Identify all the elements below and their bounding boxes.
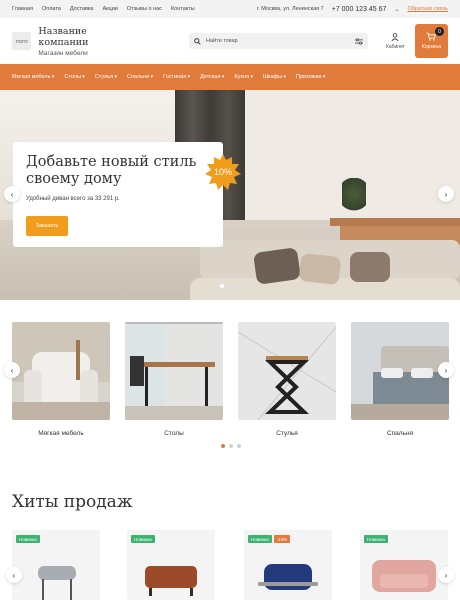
hero-image-pillow xyxy=(252,247,302,285)
cart-button[interactable]: 0 Корзина xyxy=(414,24,448,58)
hero-title: Добавьте новый стиль своему дому xyxy=(26,154,197,187)
category-pagination xyxy=(221,444,241,448)
top-nav-reviews[interactable]: Отзывы о нас xyxy=(127,6,162,12)
category-label: Спальня xyxy=(386,430,414,437)
catnav-tables[interactable]: Столы xyxy=(64,74,84,80)
cabinet-button[interactable]: Кабинет xyxy=(385,32,405,50)
hits-title: Хиты продаж xyxy=(12,492,133,512)
product-tags: Новинка xyxy=(131,535,155,543)
top-bar: Главная Оплата Доставка Акции Отзывы о н… xyxy=(0,0,460,18)
hero-next-button[interactable]: › xyxy=(438,186,454,202)
search-input[interactable]: Найти товар xyxy=(188,33,368,49)
hero-promo-card: Добавьте новый стиль своему дому Удобный… xyxy=(13,142,223,247)
hero-image-pillow xyxy=(350,252,390,282)
category-card-tables[interactable]: Столы xyxy=(125,322,223,437)
hits-carousel: Новинка Новинка Новинка -10% Новинка ‹ › xyxy=(0,530,460,600)
category-dot[interactable] xyxy=(229,444,233,448)
category-dot[interactable] xyxy=(237,444,241,448)
category-carousel: Мягкая мебель Столы Стулья Спальня ‹ › xyxy=(0,300,460,450)
category-next-button[interactable]: › xyxy=(438,362,454,378)
company-name: Название компании xyxy=(38,25,89,48)
chevron-left-icon: ‹ xyxy=(12,570,16,580)
hero-prev-button[interactable]: ‹ xyxy=(4,186,20,202)
hero-dot[interactable] xyxy=(228,284,232,288)
category-card-soft-furniture[interactable]: Мягкая мебель xyxy=(12,322,110,437)
hero-description: Удобный диван всего за 33 291 р. xyxy=(26,196,120,202)
hero-dot[interactable] xyxy=(236,284,240,288)
category-card-chairs[interactable]: Стулья xyxy=(238,322,336,437)
user-icon xyxy=(391,32,399,41)
new-badge: Новинка xyxy=(364,535,388,543)
new-badge: Новинка xyxy=(248,535,272,543)
catnav-wardrobes[interactable]: Шкафы xyxy=(263,74,286,80)
product-card[interactable]: Новинка xyxy=(360,530,448,600)
hits-prev-button[interactable]: ‹ xyxy=(6,567,22,583)
top-nav: Главная Оплата Доставка Акции Отзывы о н… xyxy=(12,6,195,12)
cart-count-badge: 0 xyxy=(435,27,444,36)
search-icon xyxy=(194,37,201,45)
top-nav-promotions[interactable]: Акции xyxy=(102,6,117,12)
catnav-chairs[interactable]: Стулья xyxy=(95,74,117,80)
category-nav: Мягкая мебель Столы Стулья Спальни Гости… xyxy=(0,64,460,90)
catnav-hallway[interactable]: Прихожая xyxy=(296,74,325,80)
sale-badge: -10% xyxy=(273,535,291,543)
logo[interactable]: ЛОГО xyxy=(12,32,32,50)
product-tags: Новинка xyxy=(16,535,40,543)
hero-dot[interactable] xyxy=(220,284,224,288)
category-prev-button[interactable]: ‹ xyxy=(4,362,20,378)
hero-slider: Добавьте новый стиль своему дому Удобный… xyxy=(0,90,460,300)
header: ЛОГО Название компании Магазин мебели На… xyxy=(0,18,460,64)
top-nav-payment[interactable]: Оплата xyxy=(42,6,61,12)
catnav-living-room[interactable]: Гостиная xyxy=(163,74,190,80)
company-info: Название компании Магазин мебели xyxy=(38,26,137,57)
discount-badge-text: 10% xyxy=(213,167,232,177)
catnav-soft-furniture[interactable]: Мягкая мебель xyxy=(12,74,54,80)
discount-badge: 10% xyxy=(204,153,242,191)
category-image xyxy=(125,322,223,420)
cabinet-label: Кабинет xyxy=(385,43,405,50)
product-card[interactable]: Новинка -10% xyxy=(244,530,332,600)
top-nav-home[interactable]: Главная xyxy=(12,6,33,12)
top-nav-delivery[interactable]: Доставка xyxy=(70,6,94,12)
address-text: г. Москва, ул. Ленинская 7 xyxy=(256,6,324,12)
order-button[interactable]: Заказать xyxy=(26,216,68,236)
hero-image-plant xyxy=(342,178,366,218)
product-card[interactable]: Новинка xyxy=(127,530,215,600)
catnav-kids-room[interactable]: Детская xyxy=(200,74,224,80)
company-subtitle: Магазин мебели xyxy=(38,49,88,57)
category-image xyxy=(351,322,449,420)
chevron-right-icon: › xyxy=(444,365,448,375)
product-tags: Новинка xyxy=(364,535,388,543)
callback-link[interactable]: Обратная связь xyxy=(407,6,448,12)
category-dot[interactable] xyxy=(221,444,225,448)
top-nav-contacts[interactable]: Контакты xyxy=(171,6,195,12)
product-tags: Новинка -10% xyxy=(248,535,291,543)
category-card-bedroom[interactable]: Спальня xyxy=(351,322,449,437)
category-image xyxy=(238,322,336,420)
new-badge: Новинка xyxy=(131,535,155,543)
category-image xyxy=(12,322,110,420)
cart-label: Корзина xyxy=(421,44,442,50)
hero-image-shelf xyxy=(330,218,460,226)
new-badge: Новинка xyxy=(16,535,40,543)
chevron-down-icon[interactable]: ⌄ xyxy=(394,6,399,13)
search-placeholder: Найти товар xyxy=(205,38,238,44)
category-label: Стулья xyxy=(276,430,298,437)
category-label: Столы xyxy=(164,430,184,437)
top-bar-right: г. Москва, ул. Ленинская 7 +7 000 123 45… xyxy=(257,6,448,13)
chevron-right-icon: › xyxy=(444,570,448,580)
category-label: Мягкая мебель xyxy=(38,430,84,437)
chevron-left-icon: ‹ xyxy=(10,365,14,375)
catnav-kitchen[interactable]: Кухня xyxy=(234,74,253,80)
catnav-bedrooms[interactable]: Спальни xyxy=(127,74,153,80)
chair-illustration xyxy=(238,326,336,420)
product-card[interactable]: Новинка xyxy=(12,530,100,600)
phone-number[interactable]: +7 000 123 45 67 xyxy=(332,6,387,13)
hero-image-pillow xyxy=(298,252,342,286)
hits-next-button[interactable]: › xyxy=(438,567,454,583)
chevron-right-icon: › xyxy=(444,189,448,199)
filter-icon[interactable] xyxy=(354,37,363,45)
hero-pagination xyxy=(220,284,240,288)
chevron-left-icon: ‹ xyxy=(10,189,14,199)
